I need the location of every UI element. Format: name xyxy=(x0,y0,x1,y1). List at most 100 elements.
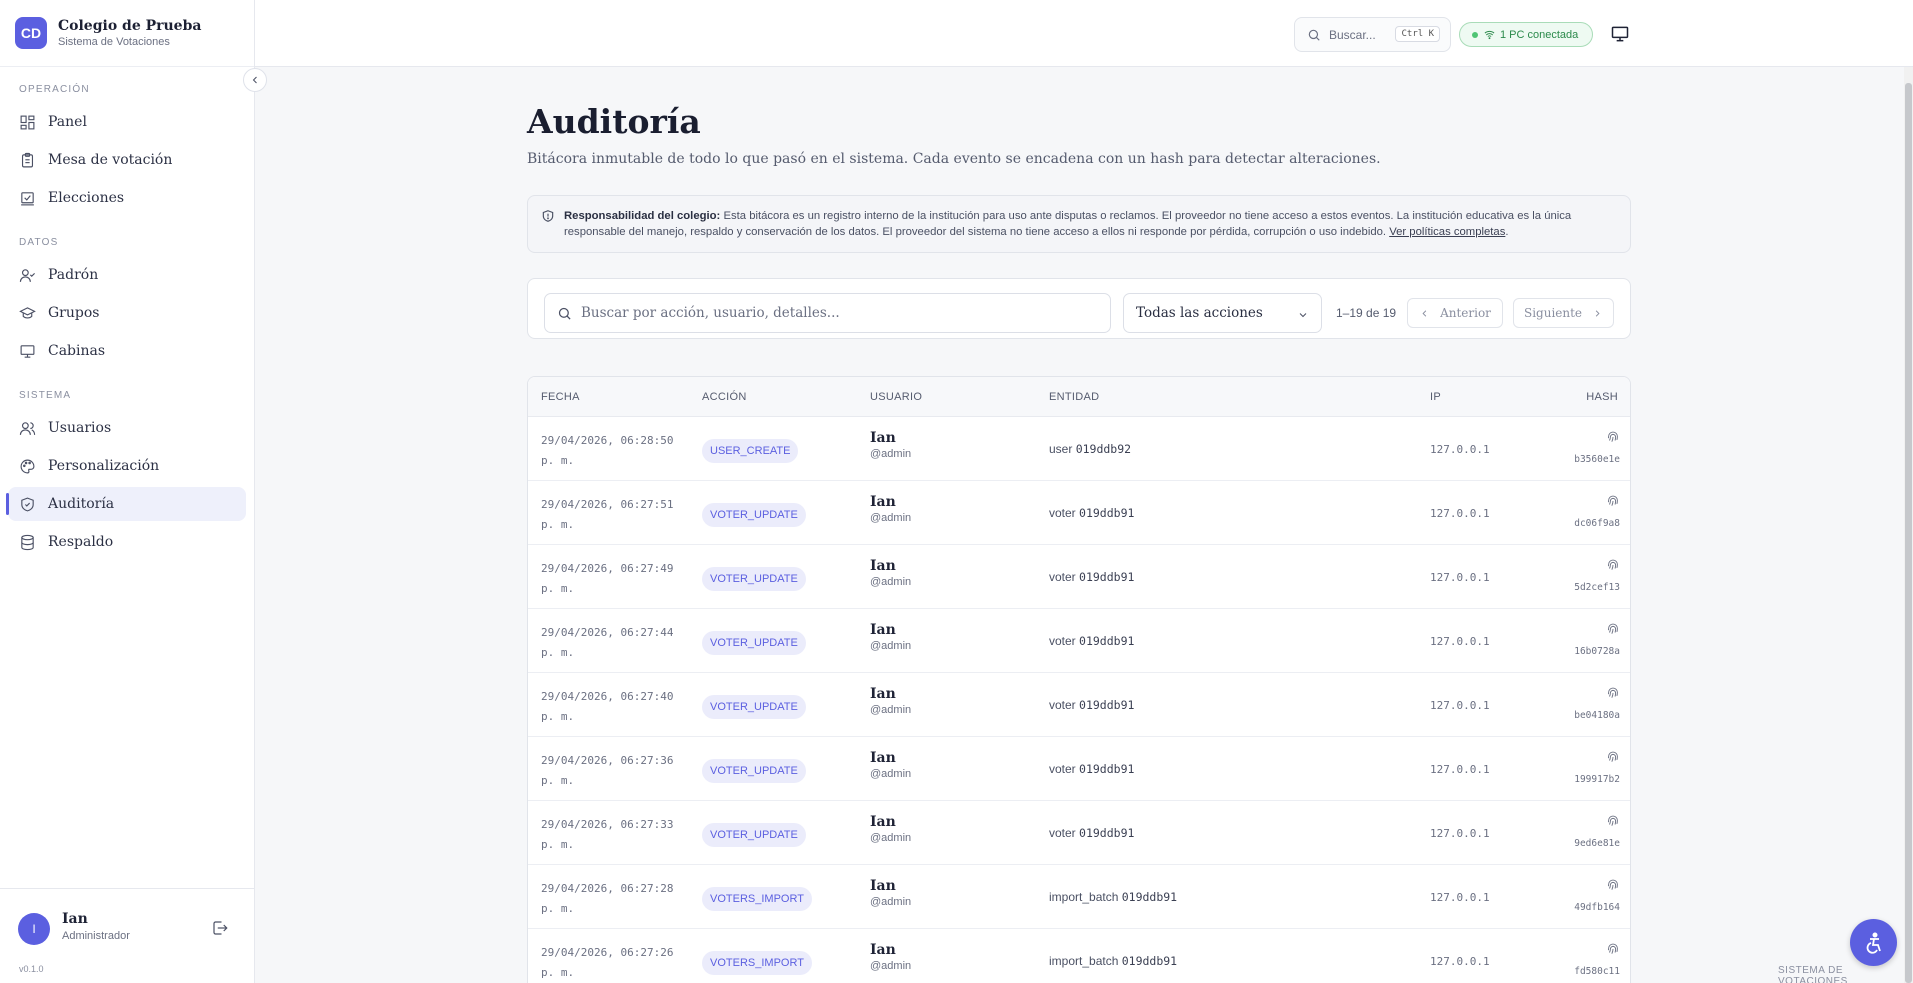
previous-page-button[interactable]: Anterior xyxy=(1407,298,1503,328)
connection-status-badge[interactable]: 1 PC conectada xyxy=(1459,22,1593,47)
footer-tag: SISTEMA DE VOTACIONES xyxy=(1778,965,1848,983)
notice-period: . xyxy=(1505,226,1509,238)
event-hash[interactable]: 199917b2 xyxy=(1540,749,1620,785)
user-handle: @admin xyxy=(870,832,912,844)
event-date: 29/04/2026, 06:27:33 p. m. xyxy=(541,818,674,851)
sidebar-item-padron[interactable]: Padrón xyxy=(8,258,246,292)
event-ip: 127.0.0.1 xyxy=(1430,507,1490,520)
sidebar-item-label: Panel xyxy=(48,114,87,130)
sidebar-item-cabinas[interactable]: Cabinas xyxy=(8,334,246,368)
action-filter-value: Todas las acciones xyxy=(1136,305,1263,321)
users-icon xyxy=(19,421,36,435)
event-entity: import_batch 019ddb91 xyxy=(1049,890,1177,904)
clipboard-icon xyxy=(21,152,34,167)
kiosk-mode-button[interactable] xyxy=(1609,24,1631,48)
brand-title: Colegio de Prueba xyxy=(58,18,202,34)
sidebar-item-mesa[interactable]: Mesa de votación xyxy=(8,143,246,177)
notice-label: Responsabilidad del colegio: xyxy=(564,210,721,222)
event-hash[interactable]: 16b0728a xyxy=(1540,621,1620,657)
column-header-ip[interactable]: IP xyxy=(1430,391,1441,403)
event-entity: voter 019ddb91 xyxy=(1049,698,1134,712)
action-badge: VOTER_UPDATE xyxy=(702,695,806,719)
table-row[interactable]: 29/04/2026, 06:27:26 p. m. VOTERS_IMPORT Ia… xyxy=(528,929,1630,983)
avatar: I xyxy=(18,913,50,945)
column-header-date[interactable]: FECHA xyxy=(541,391,580,403)
table-row[interactable]: 29/04/2026, 06:27:49 p. m. VOTER_UPDATE Ian… xyxy=(528,545,1630,609)
sidebar-item-personalizacion[interactable]: Personalización xyxy=(8,449,246,483)
accessibility-button[interactable] xyxy=(1850,919,1897,966)
entity-type: voter xyxy=(1049,762,1076,776)
action-filter-select[interactable]: Todas las acciones xyxy=(1123,293,1322,333)
table-row[interactable]: 29/04/2026, 06:27:36 p. m. VOTER_UPDATE Ian… xyxy=(528,737,1630,801)
logout-button[interactable] xyxy=(211,919,229,941)
fingerprint-icon xyxy=(1607,687,1618,698)
table-row[interactable]: 29/04/2026, 06:27:44 p. m. VOTER_UPDATE Ian… xyxy=(528,609,1630,673)
user-handle: @admin xyxy=(870,640,912,652)
table-row[interactable]: 29/04/2026, 06:27:28 p. m. VOTERS_IMPORT Ia… xyxy=(528,865,1630,929)
global-search-placeholder: Buscar... xyxy=(1329,27,1376,42)
user-name: Ian xyxy=(870,558,896,574)
event-ip: 127.0.0.1 xyxy=(1430,891,1490,904)
sidebar-item-label: Auditoría xyxy=(48,496,115,512)
scrollbar-thumb[interactable] xyxy=(1905,83,1912,983)
event-hash[interactable]: b3560e1e xyxy=(1540,429,1620,465)
user-name: Ian xyxy=(870,942,896,958)
fingerprint-icon xyxy=(1607,815,1618,826)
sidebar-item-elecciones[interactable]: Elecciones xyxy=(8,181,246,215)
previous-page-label: Anterior xyxy=(1440,306,1491,320)
event-ip: 127.0.0.1 xyxy=(1430,763,1490,776)
table-row[interactable]: 29/04/2026, 06:27:51 p. m. VOTER_UPDATE Ian… xyxy=(528,481,1630,545)
sidebar-item-respaldo[interactable]: Respaldo xyxy=(8,525,246,559)
event-hash[interactable]: 49dfb164 xyxy=(1540,877,1620,913)
table-header: FECHA ACCIÓN USUARIO ENTIDAD IP HASH xyxy=(528,377,1630,417)
brand[interactable]: CD Colegio de Prueba Sistema de Votacion… xyxy=(0,0,254,67)
event-hash[interactable]: 5d2cef13 xyxy=(1540,557,1620,593)
table-row[interactable]: 29/04/2026, 06:27:40 p. m. VOTER_UPDATE Ian… xyxy=(528,673,1630,737)
brand-subtitle: Sistema de Votaciones xyxy=(58,36,170,48)
accessibility-icon xyxy=(1866,932,1881,954)
chevron-left-icon xyxy=(1422,309,1427,317)
sidebar-item-label: Mesa de votación xyxy=(48,152,173,168)
table-row[interactable]: 29/04/2026, 06:27:33 p. m. VOTER_UPDATE Ian… xyxy=(528,801,1630,865)
connection-status-text: 1 PC conectada xyxy=(1500,28,1579,41)
user-name: Ian xyxy=(870,622,896,638)
global-search[interactable]: Buscar... Ctrl K xyxy=(1294,17,1451,52)
brand-logo: CD xyxy=(15,17,47,49)
event-hash[interactable]: 9ed6e81e xyxy=(1540,813,1620,849)
event-hash[interactable]: be04180a xyxy=(1540,685,1620,721)
pagination-range: 1–19 de 19 xyxy=(1336,306,1397,320)
fingerprint-icon xyxy=(1607,623,1618,634)
sidebar-item-label: Usuarios xyxy=(48,420,112,436)
column-header-entity[interactable]: ENTIDAD xyxy=(1049,391,1099,403)
action-badge: USER_CREATE xyxy=(702,439,799,463)
sidebar-item-panel[interactable]: Panel xyxy=(8,105,246,139)
sidebar-item-usuarios[interactable]: Usuarios xyxy=(8,411,246,445)
sidebar-item-auditoria[interactable]: Auditoría xyxy=(6,487,246,521)
user-name: Ian xyxy=(870,878,896,894)
column-header-user[interactable]: USUARIO xyxy=(870,391,922,403)
column-header-hash[interactable]: HASH xyxy=(1586,391,1618,403)
sidebar: CD Colegio de Prueba Sistema de Votacion… xyxy=(0,0,255,983)
event-hash[interactable]: fd580c11 xyxy=(1540,941,1620,977)
sidebar-item-label: Cabinas xyxy=(48,343,106,359)
action-badge: VOTER_UPDATE xyxy=(702,759,806,783)
event-user: Ian @admin xyxy=(870,558,911,588)
next-page-button[interactable]: Siguiente xyxy=(1513,298,1614,328)
filter-bar: Buscar por acción, usuario, detalles... … xyxy=(527,278,1631,339)
entity-id: 019ddb91 xyxy=(1079,698,1135,712)
user-handle: @admin xyxy=(870,576,912,588)
sidebar-collapse-button[interactable] xyxy=(243,68,267,92)
audit-search-input[interactable]: Buscar por acción, usuario, detalles... xyxy=(544,293,1111,333)
column-header-action[interactable]: ACCIÓN xyxy=(702,391,747,403)
sidebar-item-label: Padrón xyxy=(48,267,99,283)
event-hash[interactable]: dc06f9a8 xyxy=(1540,493,1620,529)
entity-type: import_batch xyxy=(1049,954,1119,968)
sidebar-item-grupos[interactable]: Grupos xyxy=(8,296,246,330)
action-badge: VOTER_UPDATE xyxy=(702,567,806,591)
monitor-icon xyxy=(20,344,35,358)
policies-link[interactable]: Ver políticas completas xyxy=(1389,226,1505,238)
chevron-right-icon xyxy=(1595,309,1600,317)
hash-value: 9ed6e81e xyxy=(1574,838,1620,849)
sidebar-item-label: Elecciones xyxy=(48,190,125,206)
table-row[interactable]: 29/04/2026, 06:28:50 p. m. USER_CREATE Ian @… xyxy=(528,417,1630,481)
